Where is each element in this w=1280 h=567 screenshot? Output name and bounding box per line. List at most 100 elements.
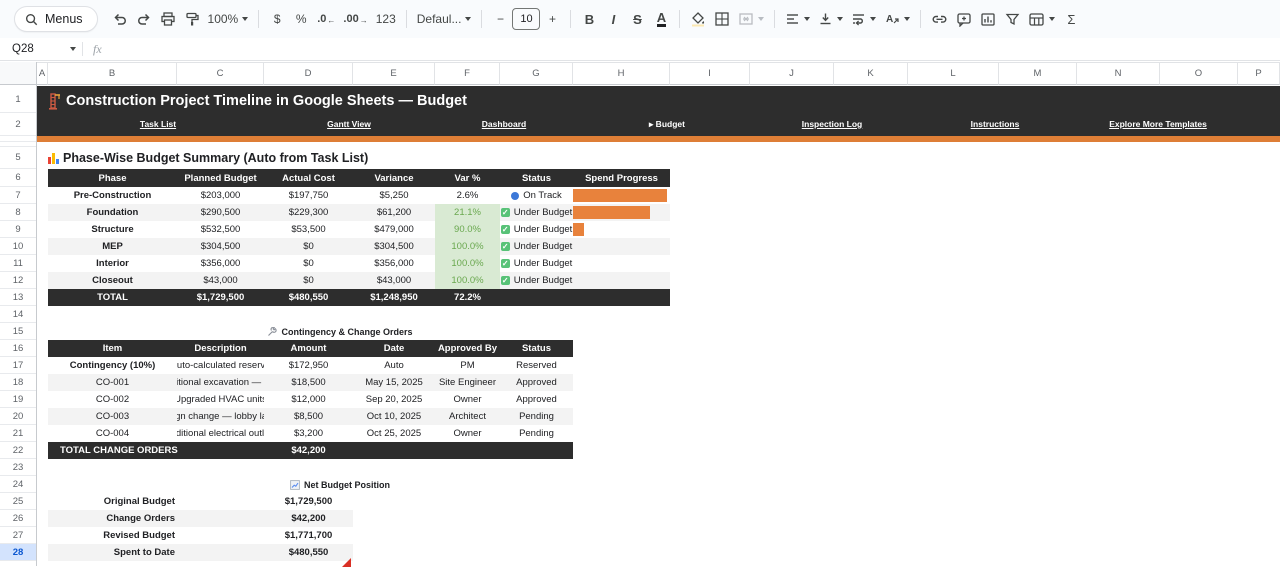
spend-progress-bar xyxy=(573,189,667,202)
nav-explore-templates[interactable]: Explore More Templates xyxy=(1109,119,1207,129)
column-header-D[interactable]: D xyxy=(264,62,353,85)
row-header-25[interactable]: 25 xyxy=(0,493,36,510)
column-header-G[interactable]: G xyxy=(500,62,573,85)
row-header-1[interactable]: 1 xyxy=(0,86,36,113)
create-filter-button[interactable] xyxy=(1000,6,1024,32)
column-header-E[interactable]: E xyxy=(353,62,435,85)
column-header-O[interactable]: O xyxy=(1160,62,1238,85)
column-header-F[interactable]: F xyxy=(435,62,500,85)
column-header-K[interactable]: K xyxy=(834,62,908,85)
column-header-A[interactable]: A xyxy=(37,62,48,85)
row-header-17[interactable]: 17 xyxy=(0,357,36,374)
row-header-14[interactable]: 14 xyxy=(0,306,36,323)
paint-roller-icon xyxy=(184,11,200,27)
column-header-L[interactable]: L xyxy=(908,62,999,85)
text-rotation-button[interactable]: A xyxy=(880,6,914,32)
bold-button[interactable]: B xyxy=(577,6,601,32)
row-header-12[interactable]: 12 xyxy=(0,272,36,289)
row-header-19[interactable]: 19 xyxy=(0,391,36,408)
row-header-6[interactable]: 6 xyxy=(0,169,36,187)
paint-format-button[interactable] xyxy=(180,6,204,32)
vertical-align-button[interactable] xyxy=(814,6,847,32)
row-header-27[interactable]: 27 xyxy=(0,527,36,544)
font-selector[interactable]: Defaul... xyxy=(413,6,476,32)
insert-chart-button[interactable] xyxy=(976,6,1000,32)
row-header-21[interactable]: 21 xyxy=(0,425,36,442)
column-header-I[interactable]: I xyxy=(670,62,750,85)
row-header-9[interactable]: 9 xyxy=(0,221,36,238)
column-header-B[interactable]: B xyxy=(48,62,177,85)
format-currency-button[interactable]: $ xyxy=(265,6,289,32)
decrease-decimal-button[interactable]: .0← xyxy=(313,6,339,32)
nav-dashboard[interactable]: Dashboard xyxy=(482,119,526,129)
undo-button[interactable] xyxy=(108,6,132,32)
more-formats-button[interactable]: 123 xyxy=(372,6,400,32)
column-header-P[interactable]: P xyxy=(1238,62,1280,85)
table-views-button[interactable] xyxy=(1024,6,1059,32)
row-header-20[interactable]: 20 xyxy=(0,408,36,425)
name-box[interactable]: Q28 xyxy=(0,43,76,55)
budget-summary-title[interactable]: Phase-Wise Budget Summary (Auto from Tas… xyxy=(48,147,368,169)
svg-text:A: A xyxy=(886,14,893,25)
row-header-13[interactable]: 13 xyxy=(0,289,36,306)
row-header-7[interactable]: 7 xyxy=(0,187,36,204)
nav-task-list[interactable]: Task List xyxy=(140,119,176,129)
zoom-selector[interactable]: 100% xyxy=(204,6,253,32)
chart-icon xyxy=(980,12,996,27)
banner-cell[interactable]: Construction Project Timeline in Google … xyxy=(37,86,1280,136)
divider xyxy=(774,10,775,28)
row-header-16[interactable]: 16 xyxy=(0,340,36,357)
text-color-button[interactable]: A xyxy=(649,6,673,32)
redo-icon xyxy=(136,11,152,27)
net-position-title[interactable]: Net Budget Position xyxy=(200,476,480,493)
row-header-15[interactable]: 15 xyxy=(0,323,36,340)
decrease-font-size-button[interactable]: − xyxy=(488,6,512,32)
row-header-10[interactable]: 10 xyxy=(0,238,36,255)
increase-decimal-button[interactable]: .00→ xyxy=(339,6,371,32)
fill-color-button[interactable] xyxy=(686,6,710,32)
zoom-value: 100% xyxy=(208,12,239,26)
functions-button[interactable]: Σ xyxy=(1059,6,1083,32)
row-header-24[interactable]: 24 xyxy=(0,476,36,493)
format-percent-button[interactable]: % xyxy=(289,6,313,32)
row-header-26[interactable]: 26 xyxy=(0,510,36,527)
row-header-2[interactable]: 2 xyxy=(0,113,36,136)
row-header-11[interactable]: 11 xyxy=(0,255,36,272)
align-left-icon xyxy=(785,12,800,26)
wrench-icon xyxy=(267,327,277,337)
nav-inspection-log[interactable]: Inspection Log xyxy=(802,119,862,129)
redo-button[interactable] xyxy=(132,6,156,32)
row-header-28[interactable]: 28 xyxy=(0,544,36,561)
divider xyxy=(82,42,83,56)
borders-button[interactable] xyxy=(710,6,734,32)
change-orders-title[interactable]: Contingency & Change Orders xyxy=(200,323,480,340)
font-size-input[interactable]: 10 xyxy=(512,8,540,30)
strikethrough-button[interactable]: S xyxy=(625,6,649,32)
nav-budget-active[interactable]: ▸ Budget xyxy=(649,119,685,130)
menus-button[interactable]: Menus xyxy=(14,6,98,32)
increase-font-size-button[interactable]: + xyxy=(540,6,564,32)
column-header-M[interactable]: M xyxy=(999,62,1077,85)
row-header-22[interactable]: 22 xyxy=(0,442,36,459)
column-header-H[interactable]: H xyxy=(573,62,670,85)
insert-link-button[interactable] xyxy=(927,6,952,32)
select-all-corner[interactable] xyxy=(0,62,37,85)
row-header-23[interactable]: 23 xyxy=(0,459,36,476)
text-wrap-button[interactable] xyxy=(847,6,880,32)
menus-label: Menus xyxy=(45,12,83,26)
row-header-5[interactable]: 5 xyxy=(0,147,36,169)
insert-comment-button[interactable] xyxy=(952,6,976,32)
column-header-J[interactable]: J xyxy=(750,62,834,85)
comment-icon xyxy=(956,12,972,27)
horizontal-align-button[interactable] xyxy=(781,6,814,32)
print-button[interactable] xyxy=(156,6,180,32)
nav-instructions[interactable]: Instructions xyxy=(971,119,1020,129)
bar-chart-icon xyxy=(48,153,59,164)
merge-cells-button[interactable] xyxy=(734,6,768,32)
row-header-8[interactable]: 8 xyxy=(0,204,36,221)
italic-button[interactable]: I xyxy=(601,6,625,32)
row-header-18[interactable]: 18 xyxy=(0,374,36,391)
column-header-N[interactable]: N xyxy=(1077,62,1160,85)
column-header-C[interactable]: C xyxy=(177,62,264,85)
nav-gantt-view[interactable]: Gantt View xyxy=(327,119,371,129)
